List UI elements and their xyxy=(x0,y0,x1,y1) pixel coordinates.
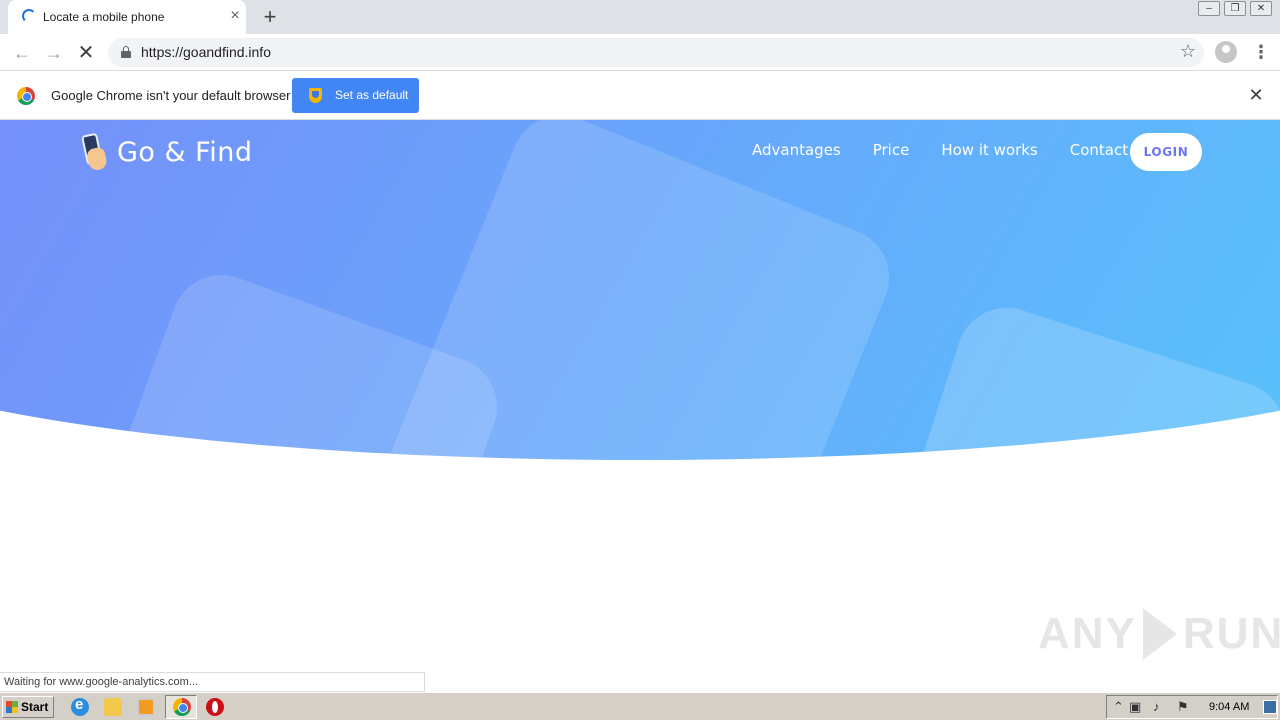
infobar-message: Google Chrome isn't your default browser xyxy=(51,88,291,103)
tab-title: Locate a mobile phone xyxy=(43,10,165,24)
site-navigation: Advantages Price How it works Contact xyxy=(752,141,1160,159)
default-browser-infobar: Google Chrome isn't your default browser… xyxy=(0,71,1280,120)
internet-explorer-icon[interactable] xyxy=(71,696,89,716)
tab-close-icon[interactable]: × xyxy=(226,7,244,25)
stop-loading-icon[interactable]: ✕ xyxy=(74,41,98,65)
show-desktop-icon[interactable] xyxy=(1263,700,1277,714)
back-arrow-icon[interactable]: ← xyxy=(10,41,34,65)
site-logo-text: Go & Find xyxy=(117,136,253,168)
url-text[interactable]: https://goandfind.info xyxy=(141,44,271,60)
nav-link-price[interactable]: Price xyxy=(873,141,910,159)
media-player-icon[interactable] xyxy=(137,698,155,716)
close-window-button[interactable]: ✕ xyxy=(1250,1,1272,16)
tab-strip: Locate a mobile phone × + – ❐ ✕ xyxy=(0,0,1280,34)
loading-spinner-icon xyxy=(22,9,36,23)
start-button[interactable]: Start xyxy=(2,696,54,718)
clock[interactable]: 9:04 AM xyxy=(1209,701,1249,713)
set-as-default-label: Set as default xyxy=(335,88,409,102)
start-label: Start xyxy=(21,700,49,714)
minimize-button[interactable]: – xyxy=(1198,1,1220,16)
new-tab-button[interactable]: + xyxy=(258,5,282,29)
nav-link-how-it-works[interactable]: How it works xyxy=(941,141,1037,159)
chrome-icon[interactable] xyxy=(173,698,191,716)
status-bubble: Waiting for www.google-analytics.com... xyxy=(0,672,425,692)
nav-link-advantages[interactable]: Advantages xyxy=(752,141,841,159)
nav-link-contact[interactable]: Contact xyxy=(1070,141,1128,159)
decorative-shape xyxy=(88,260,512,460)
lock-icon[interactable] xyxy=(121,46,131,58)
browser-tab[interactable]: Locate a mobile phone × xyxy=(8,0,246,34)
address-bar[interactable]: https://goandfind.info ☆ xyxy=(108,38,1204,67)
watermark-left-text: ANY xyxy=(1038,609,1137,658)
watermark-right-text: RUN xyxy=(1182,609,1280,658)
kebab-menu-icon[interactable]: ⋮ xyxy=(1252,40,1270,64)
infobar-close-icon[interactable]: ✕ xyxy=(1247,86,1265,104)
phone-in-hand-icon xyxy=(78,130,110,174)
network-icon[interactable]: ▣ xyxy=(1129,699,1141,715)
set-as-default-button[interactable]: Set as default xyxy=(292,78,419,113)
chrome-logo-icon xyxy=(17,87,35,105)
file-explorer-icon[interactable] xyxy=(104,698,122,716)
windows-taskbar: Start ⌃ ▣ ♪ ⚑ 9:04 AM xyxy=(0,692,1280,720)
forward-arrow-icon[interactable]: → xyxy=(42,41,66,65)
system-tray: ⌃ ▣ ♪ ⚑ 9:04 AM xyxy=(1106,695,1278,719)
web-page: Go & Find Advantages Price How it works … xyxy=(0,120,1280,692)
window-controls: – ❐ ✕ xyxy=(1198,1,1272,16)
bookmark-star-icon[interactable]: ☆ xyxy=(1180,41,1196,62)
browser-toolbar: ← → ✕ https://goandfind.info ☆ xyxy=(0,34,1280,71)
anyrun-watermark: ANY RUN xyxy=(1038,608,1280,660)
login-button[interactable]: LOGIN xyxy=(1130,133,1202,171)
decorative-shape xyxy=(881,294,1280,460)
play-icon xyxy=(1142,608,1177,660)
action-center-flag-icon[interactable]: ⚑ xyxy=(1177,699,1189,715)
tray-expand-icon[interactable]: ⌃ xyxy=(1113,699,1124,715)
site-logo[interactable]: Go & Find xyxy=(78,130,252,174)
opera-icon[interactable] xyxy=(206,698,224,716)
volume-icon[interactable]: ♪ xyxy=(1153,699,1160,714)
windows-flag-icon xyxy=(6,701,18,713)
profile-avatar-icon[interactable] xyxy=(1215,41,1237,63)
restore-button[interactable]: ❐ xyxy=(1224,1,1246,16)
uac-shield-icon xyxy=(309,88,322,103)
